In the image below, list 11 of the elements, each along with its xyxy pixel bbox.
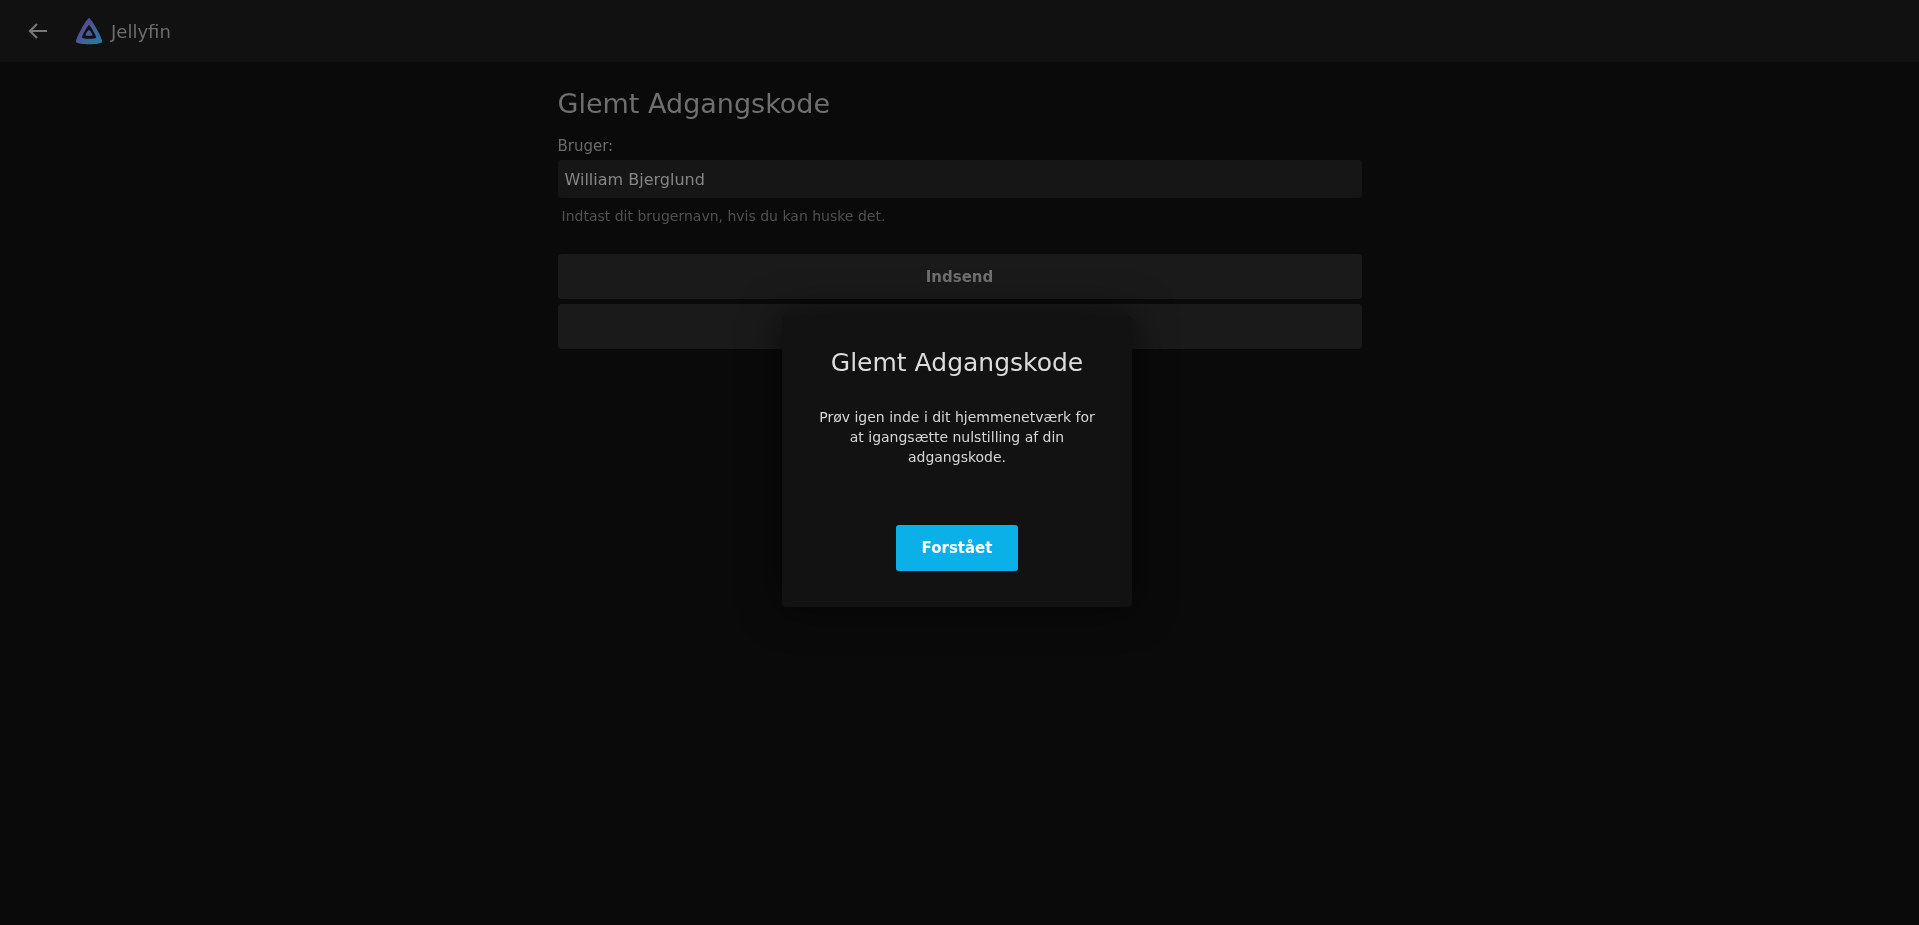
app-name: Jellyfin	[111, 20, 171, 42]
logo-icon	[74, 16, 104, 46]
submit-button[interactable]: Indsend	[557, 254, 1362, 299]
page-title: Glemt Adgangskode	[557, 88, 832, 119]
dialog-title: Glemt Adgangskode	[830, 348, 1084, 377]
field-hint: Indtast dit brugernavn, hvis du kan huske det.	[561, 208, 887, 224]
dialog-message: Prøv igen inde i dit hjemmenetværk for at igangsætte nulstilling af din adgangskode.	[818, 408, 1096, 467]
field-label: Bruger:	[557, 137, 615, 155]
confirm-button[interactable]: Forstået	[896, 525, 1018, 571]
back-arrow-icon[interactable]	[27, 22, 49, 40]
username-field[interactable]: William Bjerglund	[557, 160, 1362, 198]
